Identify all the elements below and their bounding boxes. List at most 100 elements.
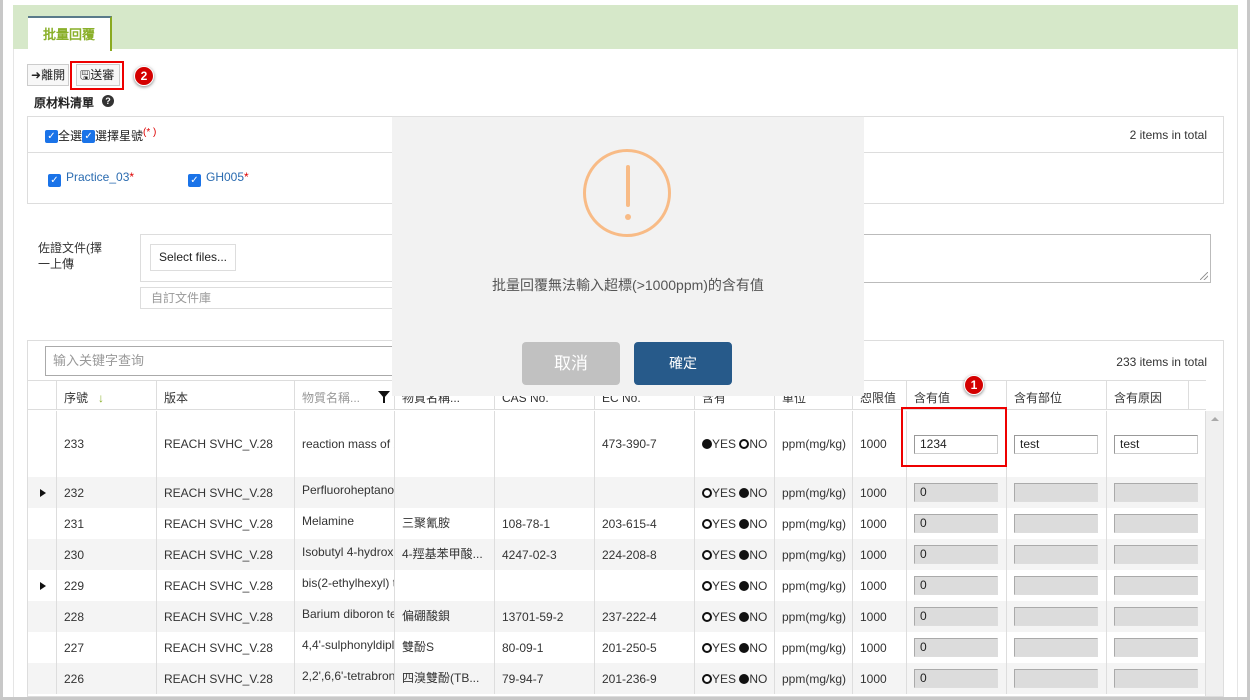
reason-input[interactable]: [1114, 576, 1198, 595]
ec-text: 201-236-9: [602, 671, 657, 686]
material-item[interactable]: ✓ GH005*: [188, 170, 249, 187]
cell-contains: YES NO: [694, 632, 774, 663]
vertical-scrollbar[interactable]: [1205, 411, 1223, 696]
unit-text: ppm(mg/kg): [782, 671, 847, 686]
table-row[interactable]: 227 REACH SVHC_V.28 4,4'-sulphonyldipl 雙酚S 8…: [28, 632, 1206, 663]
no-radio[interactable]: [739, 549, 750, 560]
value-input[interactable]: 0: [914, 638, 998, 657]
yes-label: YES: [712, 671, 737, 686]
select-files-button[interactable]: Select files...: [150, 244, 236, 271]
reason-input[interactable]: [1114, 669, 1198, 688]
part-input[interactable]: test: [1014, 434, 1098, 454]
column-header-part[interactable]: 含有部位: [1006, 381, 1106, 410]
yes-radio[interactable]: [702, 518, 712, 529]
value-input[interactable]: 0: [914, 514, 998, 533]
material-label[interactable]: Practice_03: [66, 170, 129, 184]
cell-name-zh: [394, 411, 494, 477]
ec-text: 237-222-4: [602, 609, 657, 624]
material-label[interactable]: GH005: [206, 170, 244, 184]
no-radio[interactable]: [739, 673, 750, 684]
table-row[interactable]: 231 REACH SVHC_V.28 Melamine 三聚氰胺 108-78-1 20…: [28, 508, 1206, 539]
name-en-text: Melamine: [302, 514, 355, 528]
reason-input[interactable]: [1114, 638, 1198, 657]
help-icon[interactable]: ?: [102, 95, 114, 107]
no-radio[interactable]: [739, 642, 750, 653]
grid-total: 233 items in total: [1116, 355, 1207, 369]
column-header-no[interactable]: 序號 ↓: [56, 381, 156, 410]
required-mark: *: [129, 170, 135, 184]
confirm-button[interactable]: 確定: [634, 342, 732, 385]
reason-input[interactable]: [1114, 483, 1198, 502]
cell-reason: [1106, 477, 1206, 508]
expand-row-icon[interactable]: [40, 581, 46, 590]
part-input[interactable]: [1014, 607, 1098, 626]
value-input[interactable]: 0: [914, 669, 998, 688]
value-input[interactable]: 0: [914, 545, 998, 564]
yes-radio[interactable]: [702, 673, 712, 684]
remark-textarea[interactable]: [860, 234, 1211, 283]
yes-radio[interactable]: [702, 439, 712, 449]
scroll-up-icon[interactable]: [1211, 417, 1219, 421]
limit-text: 1000: [860, 609, 887, 624]
cas-text: 108-78-1: [502, 516, 551, 531]
version-text: REACH SVHC_V.28: [164, 547, 273, 562]
leave-button[interactable]: ➜離開: [27, 64, 69, 86]
part-input[interactable]: [1014, 638, 1098, 657]
reason-input[interactable]: [1114, 514, 1198, 533]
cell-reason: [1106, 539, 1206, 570]
yes-radio[interactable]: [702, 549, 712, 560]
sort-down-icon[interactable]: ↓: [98, 391, 104, 405]
material-item[interactable]: ✓ Practice_03*: [48, 170, 134, 187]
no-radio[interactable]: [739, 518, 750, 529]
select-star-checkbox[interactable]: ✓: [82, 130, 96, 144]
yes-radio[interactable]: [702, 611, 712, 622]
tab-batch-reply[interactable]: 批量回覆: [28, 16, 112, 51]
cell-unit: ppm(mg/kg): [774, 601, 852, 632]
reason-input[interactable]: [1114, 607, 1198, 626]
cell-expand: [28, 539, 56, 570]
part-input[interactable]: [1014, 669, 1098, 688]
table-row[interactable]: 228 REACH SVHC_V.28 Barium diboron te 偏硼酸鋇 1…: [28, 601, 1206, 632]
part-input[interactable]: [1014, 514, 1098, 533]
document-library-input[interactable]: 自訂文件庫: [140, 287, 400, 309]
table-row[interactable]: 229 REACH SVHC_V.28 bis(2-ethylhexyl) t YES…: [28, 570, 1206, 601]
version-text: REACH SVHC_V.28: [164, 485, 273, 500]
filter-icon[interactable]: [378, 391, 390, 403]
value-input[interactable]: 0: [914, 483, 998, 502]
material-checkbox[interactable]: ✓: [188, 174, 201, 187]
expand-row-icon[interactable]: [40, 488, 46, 497]
column-header-version[interactable]: 版本: [156, 381, 294, 410]
table-row[interactable]: 232 REACH SVHC_V.28 Perfluoroheptano YES NO…: [28, 477, 1206, 508]
yes-label: YES: [712, 547, 737, 562]
part-input[interactable]: [1014, 545, 1098, 564]
material-checkbox[interactable]: ✓: [48, 174, 61, 187]
no-radio[interactable]: [739, 580, 750, 591]
select-all-checkbox[interactable]: ✓: [45, 130, 58, 144]
column-label: 含有值: [914, 391, 951, 405]
cancel-button[interactable]: 取消: [522, 342, 620, 385]
table-row[interactable]: 233 REACH SVHC_V.28 reaction mass of 2 473-…: [28, 411, 1206, 477]
resize-grip[interactable]: [1200, 272, 1208, 280]
yes-radio[interactable]: [702, 487, 712, 498]
yes-radio[interactable]: [702, 580, 712, 591]
no-radio[interactable]: [739, 487, 750, 498]
cell-part: test: [1006, 411, 1106, 477]
table-row[interactable]: 226 REACH SVHC_V.28 2,2',6,6'-tetrabron 四溴雙…: [28, 663, 1206, 694]
column-header-value[interactable]: 含有值: [906, 381, 1006, 410]
value-input[interactable]: 0: [914, 607, 998, 626]
table-row[interactable]: 230 REACH SVHC_V.28 Isobutyl 4-hydrox 4-羥基苯…: [28, 539, 1206, 570]
part-input[interactable]: [1014, 483, 1098, 502]
no-radio[interactable]: [739, 611, 750, 622]
yes-radio[interactable]: [702, 642, 712, 653]
cell-part: [1006, 663, 1106, 694]
reason-input[interactable]: test: [1114, 434, 1198, 454]
part-input[interactable]: [1014, 576, 1098, 595]
column-header-name-en[interactable]: 物質名稱...: [294, 381, 394, 410]
value-input[interactable]: 0: [914, 576, 998, 595]
grid-search-input[interactable]: 输入关键字查询: [45, 346, 445, 376]
unit-text: ppm(mg/kg): [782, 437, 847, 451]
reason-input[interactable]: [1114, 545, 1198, 564]
no-radio[interactable]: [739, 439, 750, 449]
cell-cas: [494, 411, 594, 477]
cell-expand: [28, 477, 56, 508]
